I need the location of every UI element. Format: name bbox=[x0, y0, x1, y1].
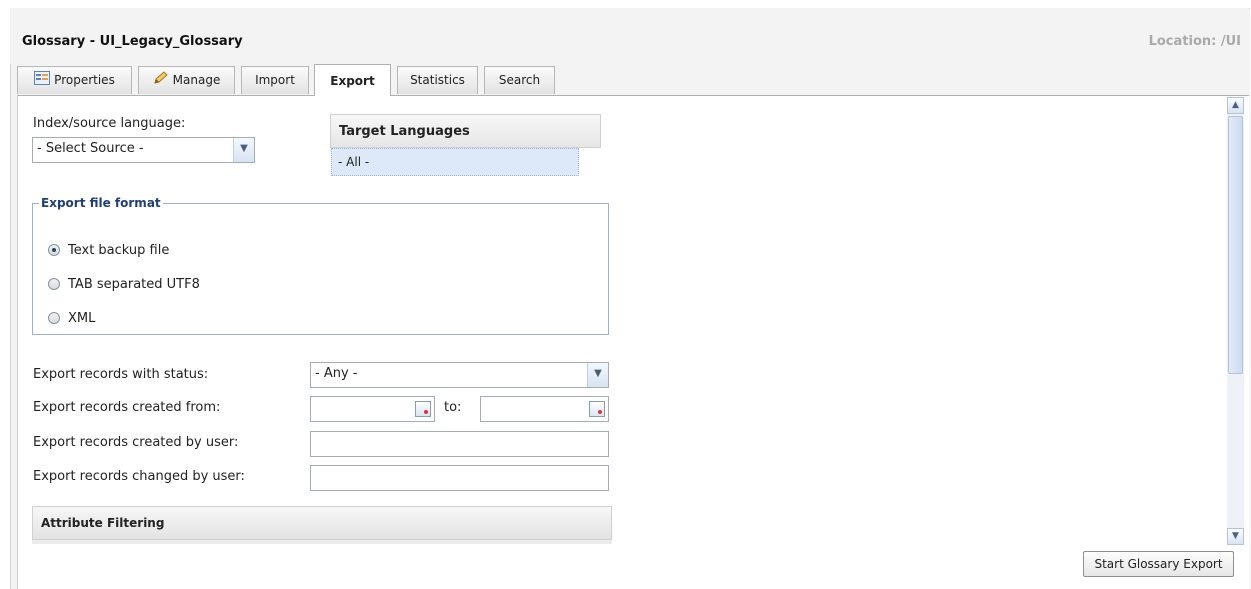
vertical-scrollbar[interactable]: ▲ ▼ bbox=[1227, 97, 1244, 545]
scroll-up-icon[interactable]: ▲ bbox=[1227, 97, 1244, 114]
tab-import[interactable]: Import bbox=[241, 66, 309, 94]
scroll-down-icon[interactable]: ▼ bbox=[1227, 528, 1244, 545]
export-panel: Index/source language: - Select Source -… bbox=[17, 95, 1249, 589]
changed-by-input[interactable] bbox=[310, 465, 609, 491]
radio-icon[interactable] bbox=[48, 312, 60, 324]
format-option-xml[interactable]: XML bbox=[48, 310, 95, 328]
created-from-label: Export records created from: bbox=[33, 400, 221, 415]
changed-by-label: Export records changed by user: bbox=[33, 469, 245, 484]
calendar-icon[interactable] bbox=[415, 401, 431, 417]
target-language-item[interactable]: - All - bbox=[331, 148, 579, 176]
chevron-down-icon[interactable]: ▼ bbox=[587, 363, 608, 387]
format-option-text-backup[interactable]: Text backup file bbox=[48, 242, 169, 260]
format-option-label: TAB separated UTF8 bbox=[68, 277, 200, 292]
format-option-label: Text backup file bbox=[68, 243, 170, 258]
format-option-tab-utf8[interactable]: TAB separated UTF8 bbox=[48, 276, 200, 294]
status-value: - Any - bbox=[315, 366, 358, 381]
tab-properties[interactable]: Properties bbox=[17, 66, 132, 94]
location-text: Location: /UI bbox=[1148, 34, 1241, 49]
tab-export[interactable]: Export bbox=[314, 64, 391, 96]
radio-selected-icon[interactable] bbox=[48, 244, 60, 256]
page-title: Glossary - UI_Legacy_Glossary bbox=[22, 34, 243, 49]
created-from-input[interactable] bbox=[310, 396, 435, 422]
chevron-down-icon[interactable]: ▼ bbox=[233, 138, 254, 162]
radio-icon[interactable] bbox=[48, 278, 60, 290]
created-by-input[interactable] bbox=[310, 431, 609, 457]
pencil-icon bbox=[153, 68, 169, 94]
source-language-label: Index/source language: bbox=[33, 116, 186, 131]
scroll-thumb[interactable] bbox=[1228, 116, 1243, 374]
format-option-label: XML bbox=[68, 311, 96, 326]
calendar-icon[interactable] bbox=[589, 401, 605, 417]
tab-label: Export bbox=[330, 74, 375, 88]
header: Glossary - UI_Legacy_Glossary Location: … bbox=[10, 8, 1249, 64]
tab-label: Statistics bbox=[410, 73, 465, 87]
tab-label: Manage bbox=[172, 73, 221, 87]
source-language-value: - Select Source - bbox=[37, 141, 144, 156]
status-select[interactable]: - Any - ▼ bbox=[310, 362, 609, 388]
export-format-legend: Export file format bbox=[41, 196, 161, 210]
target-languages-header: Target Languages bbox=[330, 114, 601, 148]
export-format-group: Export file format Text backup file TAB … bbox=[32, 196, 609, 335]
created-to-input[interactable] bbox=[480, 396, 609, 422]
created-by-label: Export records created by user: bbox=[33, 435, 239, 450]
source-language-select[interactable]: - Select Source - ▼ bbox=[32, 137, 255, 163]
attribute-filtering-header[interactable]: Attribute Filtering bbox=[32, 506, 612, 540]
properties-icon bbox=[34, 68, 51, 94]
tab-label: Properties bbox=[54, 73, 115, 87]
tab-manage[interactable]: Manage bbox=[138, 66, 235, 94]
status-label: Export records with status: bbox=[33, 367, 209, 382]
to-label: to: bbox=[444, 400, 462, 415]
attribute-filtering-divider bbox=[32, 540, 612, 544]
tab-search[interactable]: Search bbox=[484, 66, 555, 94]
tab-label: Import bbox=[255, 73, 295, 87]
tab-label: Search bbox=[498, 73, 541, 87]
tab-statistics[interactable]: Statistics bbox=[397, 66, 478, 94]
start-glossary-export-button[interactable]: Start Glossary Export bbox=[1083, 551, 1234, 577]
